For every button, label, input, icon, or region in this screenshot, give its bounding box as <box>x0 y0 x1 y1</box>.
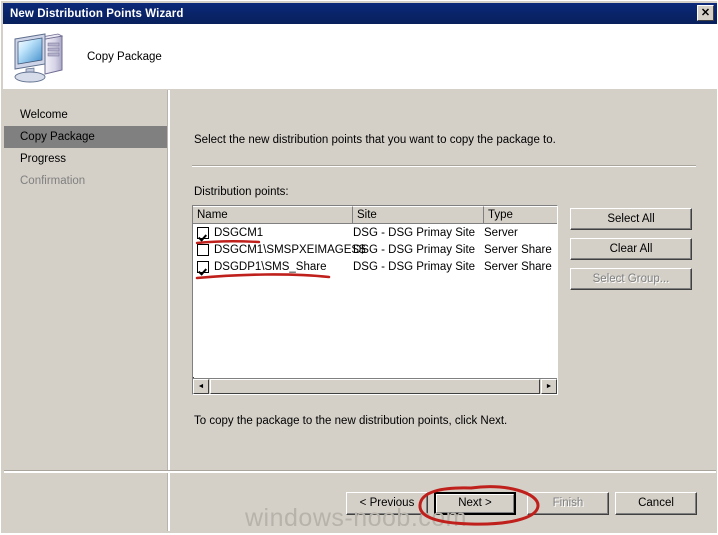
page-title: Copy Package <box>87 50 162 63</box>
row-site-cell: DSG - DSG Primay Site <box>353 243 476 256</box>
sidebar-item-progress[interactable]: Progress <box>4 148 167 170</box>
wizard-steps-sidebar: Welcome Copy Package Progress Confirmati… <box>4 90 167 531</box>
footnote-text: To copy the package to the new distribut… <box>194 415 508 427</box>
row-type-cell: Server Share <box>484 260 552 273</box>
close-icon[interactable]: ✕ <box>697 5 714 21</box>
scroll-right-icon[interactable]: ► <box>541 379 557 394</box>
row-site-cell: DSG - DSG Primay Site <box>353 226 476 239</box>
row-checkbox[interactable] <box>197 260 209 273</box>
row-site-cell: DSG - DSG Primay Site <box>353 260 476 273</box>
row-name-label: DSGCM1 <box>214 226 264 239</box>
column-header-site[interactable]: Site <box>353 206 484 224</box>
footer-separator <box>4 470 716 473</box>
wizard-header: Copy Package <box>3 24 717 89</box>
next-button[interactable]: Next > <box>434 492 516 515</box>
finish-button: Finish <box>527 492 609 515</box>
row-checkbox[interactable] <box>197 243 209 256</box>
wizard-content-pane: Select the new distribution points that … <box>170 90 716 531</box>
scroll-left-icon[interactable]: ◄ <box>193 379 209 394</box>
sidebar-item-welcome[interactable]: Welcome <box>4 104 167 126</box>
wizard-window: New Distribution Points Wizard ✕ Copy Pa… <box>0 0 718 534</box>
row-name-label: DSGDP1\SMS_Share <box>214 260 327 273</box>
previous-button[interactable]: < Previous <box>346 492 428 515</box>
column-header-name[interactable]: Name <box>193 206 353 224</box>
row-name-label: DSGCM1\SMSPXEIMAGES$ <box>214 243 366 256</box>
row-name-cell: DSGDP1\SMS_Share <box>193 260 353 273</box>
table-row[interactable]: DSGDP1\SMS_Share DSG - DSG Primay Site S… <box>193 258 557 275</box>
instruction-separator <box>192 165 696 167</box>
sidebar-item-confirmation: Confirmation <box>20 175 86 187</box>
computer-icon <box>9 27 73 87</box>
select-all-button[interactable]: Select All <box>570 208 692 230</box>
row-checkbox[interactable] <box>197 226 209 239</box>
distribution-points-label: Distribution points: <box>194 186 289 198</box>
title-bar: New Distribution Points Wizard ✕ <box>3 3 717 24</box>
table-row[interactable]: DSGCM1\SMSPXEIMAGES$ DSG - DSG Primay Si… <box>193 241 557 258</box>
distribution-points-list[interactable]: Name Site Type DSGCM1 DSG - DSG Primay S… <box>192 205 558 395</box>
table-row[interactable]: DSGCM1 DSG - DSG Primay Site Server <box>193 224 557 241</box>
select-group-button: Select Group... <box>570 268 692 290</box>
scrollbar-thumb[interactable] <box>210 379 540 394</box>
row-type-cell: Server Share <box>484 243 552 256</box>
cancel-button[interactable]: Cancel <box>615 492 697 515</box>
list-body: DSGCM1 DSG - DSG Primay Site Server DSGC… <box>193 224 557 377</box>
row-type-cell: Server <box>484 226 518 239</box>
list-header-row: Name Site Type <box>193 206 557 224</box>
row-name-cell: DSGCM1\SMSPXEIMAGES$ <box>193 243 365 256</box>
window-title: New Distribution Points Wizard <box>10 7 184 20</box>
sidebar-item-copy-package[interactable]: Copy Package <box>4 126 167 148</box>
next-button-label: Next > <box>436 494 514 513</box>
clear-all-button[interactable]: Clear All <box>570 238 692 260</box>
row-name-cell: DSGCM1 <box>193 226 353 239</box>
horizontal-scrollbar[interactable]: ◄ ► <box>193 378 557 394</box>
column-header-type[interactable]: Type <box>484 206 557 224</box>
instruction-text: Select the new distribution points that … <box>194 134 556 146</box>
